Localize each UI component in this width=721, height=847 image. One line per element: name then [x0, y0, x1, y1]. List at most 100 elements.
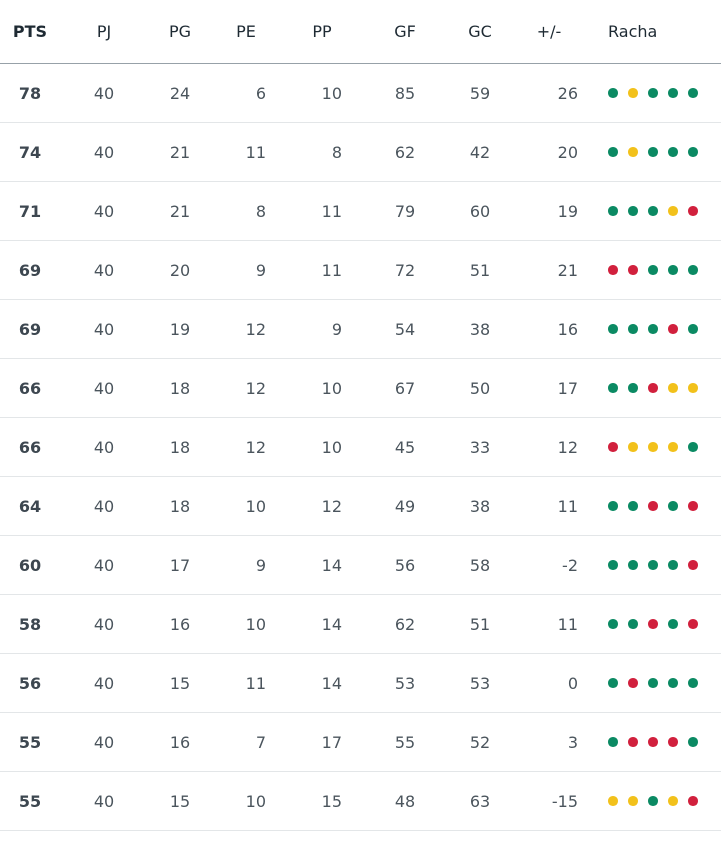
header-pe[interactable]: PE: [226, 0, 266, 63]
cell-pe: 8: [255, 201, 266, 221]
cell-pe: 10: [245, 496, 266, 516]
table-row[interactable]: 55 40 15 10 15 48 63 -15: [0, 772, 721, 831]
cell-racha: [608, 595, 718, 653]
cell-pg: 18: [169, 496, 191, 516]
cell-racha: [608, 359, 718, 417]
form-streak: [608, 147, 698, 157]
cell-goal-difference: 11: [557, 614, 578, 634]
loss-dot-icon: [688, 501, 698, 511]
cell-pp: 14: [321, 614, 342, 634]
cell-racha: [608, 536, 718, 594]
form-streak: [608, 383, 698, 393]
table-row[interactable]: 64 40 18 10 12 49 38 11: [0, 477, 721, 536]
cell-gf: 67: [394, 378, 416, 398]
table-row[interactable]: 58 40 16 10 14 62 51 11: [0, 595, 721, 654]
draw-dot-icon: [668, 442, 678, 452]
cell-gc: 60: [469, 201, 491, 221]
header-gf[interactable]: GF: [385, 0, 425, 63]
cell-gc: 38: [469, 496, 491, 516]
cell-goal-difference: 17: [557, 378, 578, 398]
cell-goal-difference: 21: [557, 260, 578, 280]
header-goal-difference[interactable]: +/-: [520, 0, 578, 63]
cell-pp: 14: [321, 673, 342, 693]
cell-pts: 74: [18, 142, 42, 162]
cell-gf: 62: [394, 142, 416, 162]
table-row[interactable]: 55 40 16 7 17 55 52 3: [0, 713, 721, 772]
cell-racha: [608, 64, 718, 122]
cell-pp: 14: [321, 555, 342, 575]
table-row[interactable]: 69 40 20 9 11 72 51 21: [0, 241, 721, 300]
cell-racha: [608, 300, 718, 358]
cell-pe: 6: [255, 83, 266, 103]
win-dot-icon: [608, 383, 618, 393]
win-dot-icon: [688, 88, 698, 98]
cell-racha: [608, 477, 718, 535]
cell-racha: [608, 654, 718, 712]
cell-pe: 12: [245, 378, 266, 398]
loss-dot-icon: [668, 737, 678, 747]
cell-pg: 17: [169, 555, 191, 575]
table-row[interactable]: 56 40 15 11 14 53 53 0: [0, 654, 721, 713]
loss-dot-icon: [668, 324, 678, 334]
header-pts[interactable]: PTS: [0, 0, 60, 63]
cell-pe: 7: [255, 732, 266, 752]
table-row[interactable]: 69 40 19 12 9 54 38 16: [0, 300, 721, 359]
cell-pj: 40: [93, 83, 115, 103]
cell-pg: 24: [169, 83, 191, 103]
win-dot-icon: [668, 678, 678, 688]
cell-pts: 69: [18, 260, 42, 280]
cell-pts: 55: [18, 732, 42, 752]
header-pg[interactable]: PG: [160, 0, 200, 63]
cell-pp: 12: [321, 496, 342, 516]
win-dot-icon: [648, 206, 658, 216]
cell-pe: 11: [245, 673, 266, 693]
table-row[interactable]: 66 40 18 12 10 67 50 17: [0, 359, 721, 418]
cell-pts: 69: [18, 319, 42, 339]
cell-pe: 11: [245, 142, 266, 162]
win-dot-icon: [668, 88, 678, 98]
cell-racha: [608, 123, 718, 181]
win-dot-icon: [668, 147, 678, 157]
cell-gf: 48: [394, 791, 416, 811]
table-row[interactable]: 74 40 21 11 8 62 42 20: [0, 123, 721, 182]
cell-goal-difference: 11: [557, 496, 578, 516]
win-dot-icon: [648, 560, 658, 570]
loss-dot-icon: [628, 265, 638, 275]
cell-goal-difference: 20: [557, 142, 578, 162]
cell-pp: 11: [321, 260, 342, 280]
header-pj[interactable]: PJ: [86, 0, 122, 63]
standings-table: PTS PJ PG PE PP GF GC +/- Racha 78 40 24 6 1…: [0, 0, 721, 831]
win-dot-icon: [608, 619, 618, 629]
form-streak: [608, 560, 698, 570]
cell-gc: 51: [469, 260, 491, 280]
header-gc[interactable]: GC: [460, 0, 500, 63]
cell-pj: 40: [93, 260, 115, 280]
table-row[interactable]: 71 40 21 8 11 79 60 19: [0, 182, 721, 241]
cell-pj: 40: [93, 201, 115, 221]
header-pp[interactable]: PP: [302, 0, 342, 63]
form-streak: [608, 619, 698, 629]
cell-pg: 21: [169, 142, 191, 162]
table-row[interactable]: 60 40 17 9 14 56 58 -2: [0, 536, 721, 595]
cell-racha: [608, 418, 718, 476]
table-row[interactable]: 66 40 18 12 10 45 33 12: [0, 418, 721, 477]
cell-goal-difference: 3: [567, 732, 578, 752]
cell-pts: 64: [18, 496, 42, 516]
cell-pg: 15: [169, 673, 191, 693]
win-dot-icon: [608, 88, 618, 98]
cell-pp: 11: [321, 201, 342, 221]
cell-goal-difference: -2: [562, 555, 578, 575]
loss-dot-icon: [628, 737, 638, 747]
cell-pts: 60: [18, 555, 42, 575]
table-row[interactable]: 78 40 24 6 10 85 59 26: [0, 64, 721, 123]
cell-racha: [608, 713, 718, 771]
cell-pj: 40: [93, 437, 115, 457]
win-dot-icon: [688, 265, 698, 275]
cell-pp: 9: [331, 319, 342, 339]
loss-dot-icon: [648, 383, 658, 393]
cell-pj: 40: [93, 496, 115, 516]
cell-pe: 12: [245, 437, 266, 457]
cell-pg: 15: [169, 791, 191, 811]
cell-goal-difference: 0: [567, 673, 578, 693]
cell-pp: 10: [321, 83, 342, 103]
